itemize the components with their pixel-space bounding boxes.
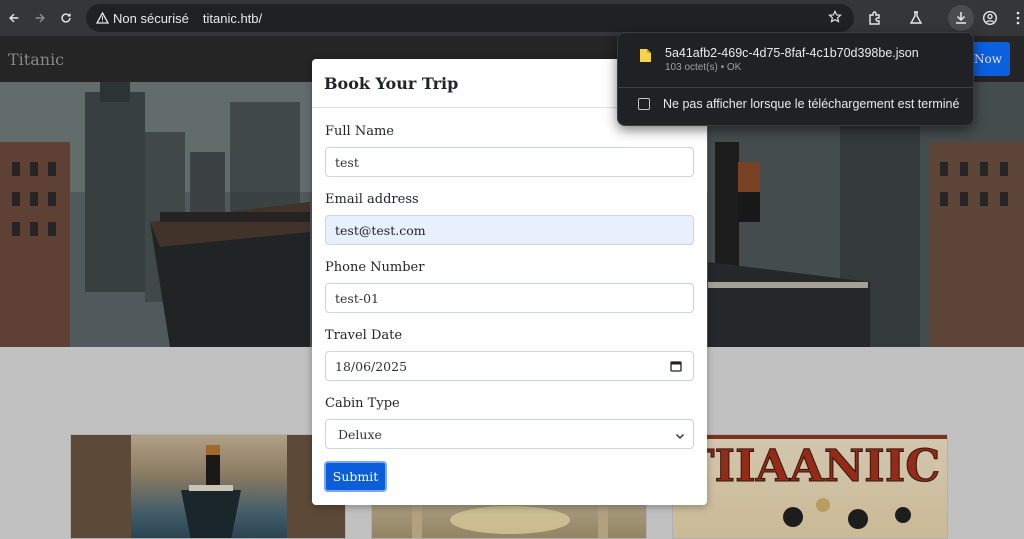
submit-button[interactable]: Submit: [324, 461, 387, 492]
warning-icon: [96, 12, 109, 24]
back-button[interactable]: [2, 6, 26, 30]
labs-flask-icon[interactable]: [904, 6, 928, 30]
security-indicator[interactable]: Non sécurisé: [96, 11, 189, 26]
browser-toolbar: Non sécurisé titanic.htb/: [0, 0, 1024, 36]
address-bar[interactable]: Non sécurisé titanic.htb/: [86, 4, 854, 32]
email-label: Email address: [325, 192, 419, 207]
file-icon: [640, 49, 651, 67]
popup-divider: [618, 87, 973, 88]
phone-field[interactable]: test-01: [325, 283, 694, 313]
download-icon[interactable]: [948, 5, 974, 31]
chevron-down-icon: [675, 429, 685, 444]
travel-date-field[interactable]: 18/06/2025: [325, 351, 694, 381]
cabin-type-label: Cabin Type: [325, 396, 400, 411]
reload-button[interactable]: [54, 6, 78, 30]
cabin-type-value: Deluxe: [338, 426, 382, 442]
download-file-name[interactable]: 5a41afb2-469c-4d75-8faf-4c1b70d398be.jso…: [665, 46, 919, 60]
email-field[interactable]: test@test.com: [325, 215, 694, 245]
profile-avatar-icon[interactable]: [978, 6, 1002, 30]
download-file-status: 103 octet(s) • OK: [665, 62, 742, 73]
menu-kebab-icon[interactable]: [1006, 6, 1024, 30]
download-popup: 5a41afb2-469c-4d75-8faf-4c1b70d398be.jso…: [617, 32, 974, 126]
travel-date-label: Travel Date: [325, 328, 403, 343]
modal-title: Book Your Trip: [324, 73, 459, 93]
forward-button[interactable]: [28, 6, 52, 30]
url-text[interactable]: titanic.htb/: [203, 11, 262, 26]
hide-when-done-checkbox[interactable]: [638, 98, 650, 110]
phone-value: test-01: [335, 290, 379, 306]
travel-date-value: 18/06/2025: [335, 358, 408, 374]
email-value: test@test.com: [335, 222, 426, 238]
arrow-right-icon: [35, 13, 45, 23]
bookmark-star-icon[interactable]: [828, 9, 842, 27]
calendar-icon[interactable]: [670, 360, 682, 375]
download-item[interactable]: 5a41afb2-469c-4d75-8faf-4c1b70d398be.jso…: [618, 33, 973, 79]
cabin-type-select[interactable]: Deluxe: [325, 419, 694, 449]
full-name-value: test: [335, 154, 359, 170]
phone-label: Phone Number: [325, 260, 425, 275]
extensions-icon[interactable]: [863, 6, 887, 30]
security-label: Non sécurisé: [113, 10, 189, 26]
reload-icon: [61, 13, 71, 23]
hide-when-done-label[interactable]: Ne pas afficher lorsque le téléchargemen…: [663, 97, 959, 111]
full-name-label: Full Name: [325, 124, 394, 139]
arrow-left-icon: [9, 13, 19, 23]
full-name-field[interactable]: test: [325, 147, 694, 177]
